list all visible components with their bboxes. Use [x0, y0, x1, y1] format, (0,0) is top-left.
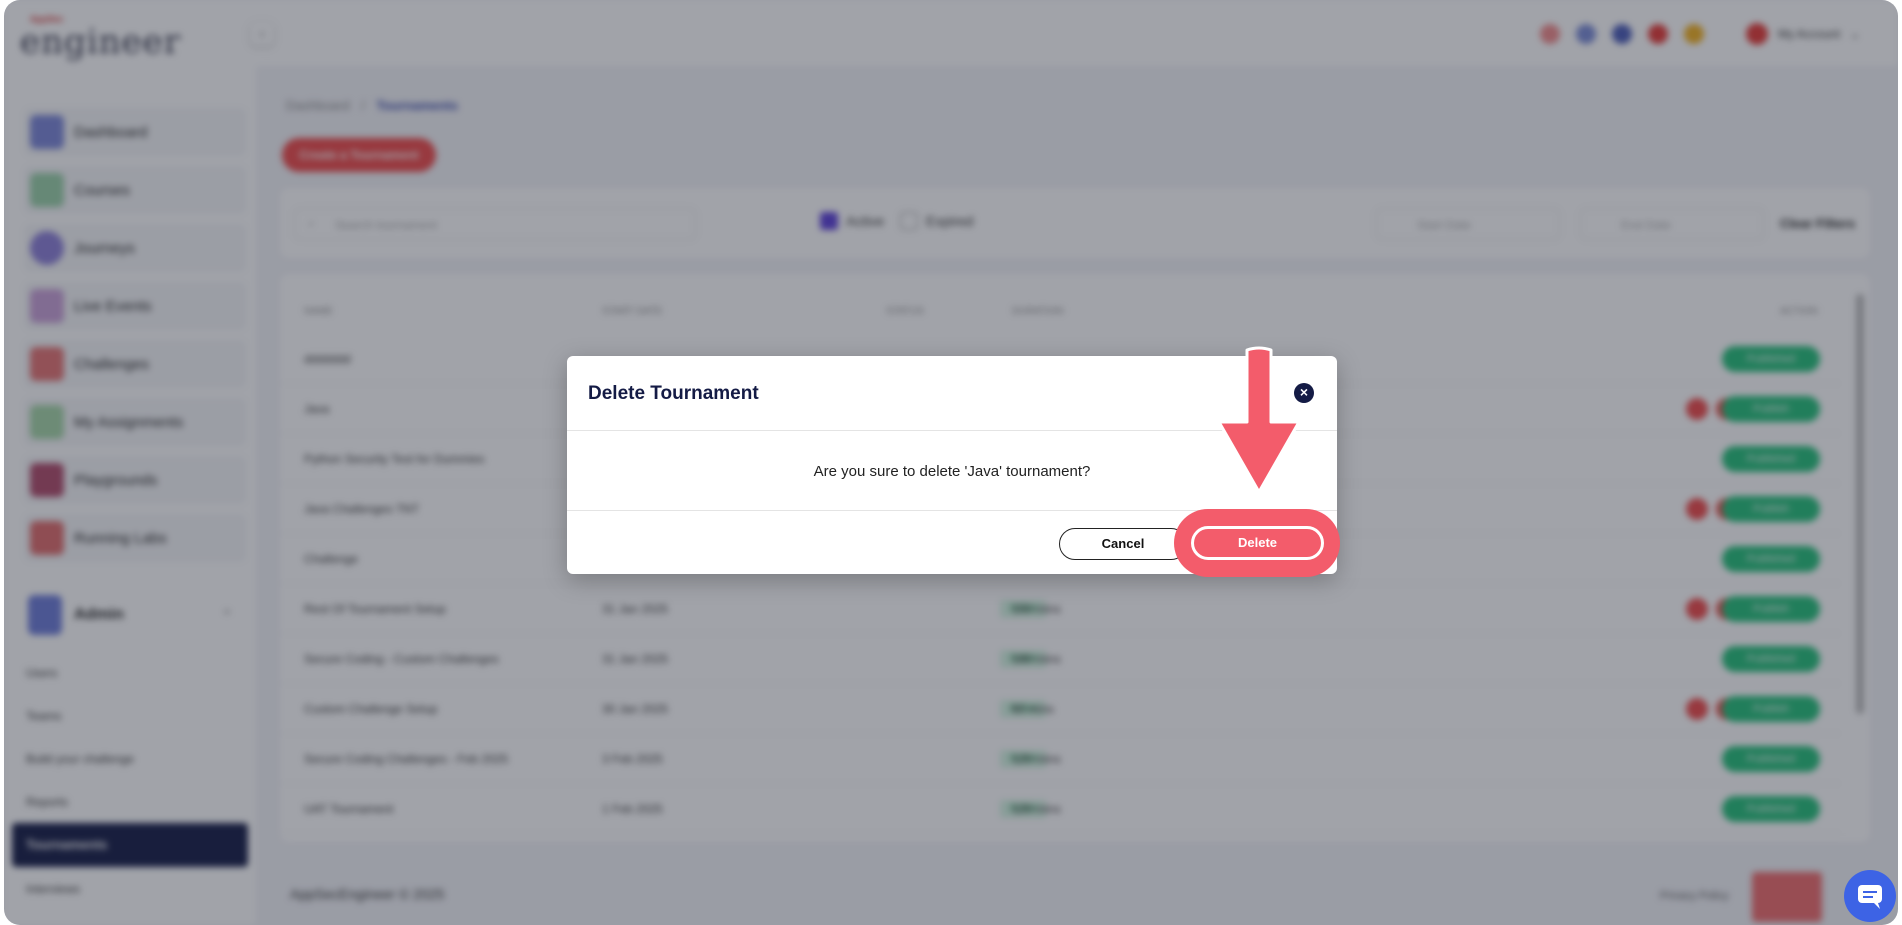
delete-button[interactable]: Delete: [1191, 526, 1324, 560]
cancel-button[interactable]: Cancel: [1059, 528, 1187, 560]
chat-widget-button[interactable]: [1844, 870, 1896, 922]
chat-bubble-icon: [1858, 885, 1882, 909]
pointer-arrow-icon: [1217, 346, 1301, 494]
dialog-title: Delete Tournament: [588, 383, 759, 404]
